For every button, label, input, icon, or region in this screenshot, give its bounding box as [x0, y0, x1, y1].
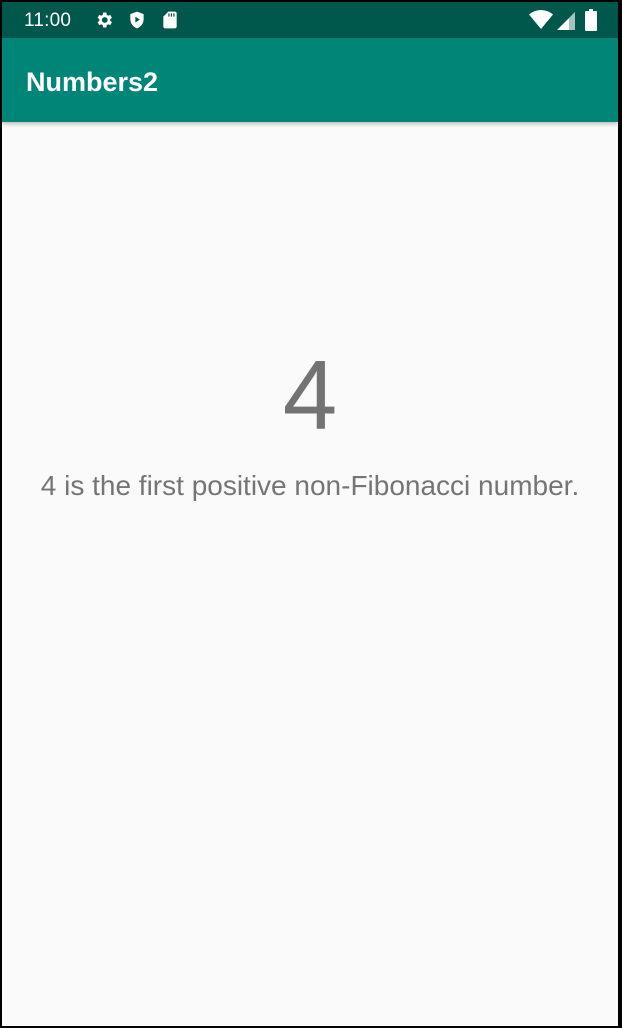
- app-title: Numbers2: [26, 67, 159, 97]
- status-bar: 11:00: [2, 2, 618, 38]
- battery-icon: [585, 9, 597, 31]
- signal-icon: [557, 12, 575, 30]
- phone-screen: 11:00 Numbers2 4 4 is the first positive…: [2, 2, 618, 1026]
- wifi-icon: [529, 10, 553, 29]
- sd-card-icon: [163, 11, 177, 29]
- number-description: 4 is the first positive non-Fibonacci nu…: [40, 470, 580, 501]
- main-content: 4 4 is the first positive non-Fibonacci …: [2, 122, 618, 1026]
- settings-icon: [97, 12, 112, 28]
- shield-play-icon: [130, 11, 144, 29]
- number-display: 4: [282, 340, 338, 450]
- status-time: 11:00: [24, 10, 72, 31]
- app-bar: Numbers2: [2, 38, 618, 122]
